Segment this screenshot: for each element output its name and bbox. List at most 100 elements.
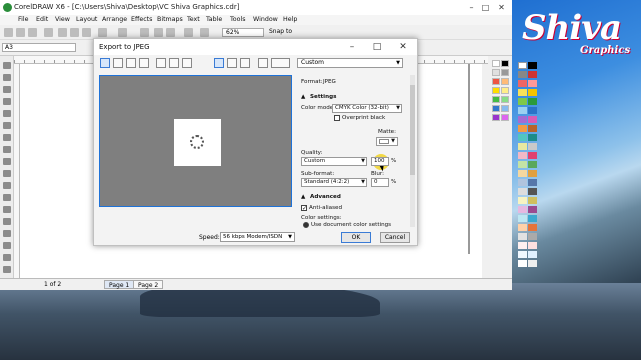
print-icon[interactable]	[44, 28, 53, 37]
menu-arrange[interactable]: Arrange	[102, 16, 127, 23]
menu-bitmaps[interactable]: Bitmaps	[157, 16, 183, 23]
settings-scrollbar-thumb[interactable]	[410, 85, 415, 175]
palette-swatch[interactable]	[518, 197, 527, 204]
menu-window[interactable]: Window	[253, 16, 278, 23]
page-tab-1[interactable]: Page 1	[104, 280, 135, 289]
freehand-tool-icon[interactable]	[3, 110, 11, 117]
palette-swatch[interactable]	[528, 242, 537, 249]
palette-swatch[interactable]	[528, 224, 537, 231]
undo-icon[interactable]	[98, 28, 107, 37]
dimension-tool-icon[interactable]	[3, 206, 11, 213]
palette-swatch[interactable]	[501, 69, 509, 76]
palette-swatch[interactable]	[518, 251, 527, 258]
palette-swatch[interactable]	[528, 98, 537, 105]
ellipse-tool-icon[interactable]	[3, 146, 11, 153]
palette-swatch[interactable]	[518, 152, 527, 159]
advanced-heading[interactable]: Advanced	[310, 194, 341, 200]
palette-swatch[interactable]	[528, 125, 537, 132]
palette-swatch[interactable]	[501, 105, 509, 112]
table-tool-icon[interactable]	[3, 194, 11, 201]
menu-effects[interactable]: Effects	[131, 16, 152, 23]
palette-swatch[interactable]	[528, 197, 537, 204]
polygon-tool-icon[interactable]	[3, 158, 11, 165]
matte-color-picker[interactable]: ▼	[376, 137, 398, 146]
palette-swatch[interactable]	[528, 89, 537, 96]
palette-swatch[interactable]	[518, 98, 527, 105]
quality-select[interactable]: Custom ▼	[301, 157, 367, 166]
import-icon[interactable]	[154, 28, 163, 37]
pan-tool-icon[interactable]	[214, 58, 224, 68]
export-icon[interactable]	[166, 28, 175, 37]
dialog-close-button[interactable]: ✕	[397, 41, 409, 53]
shape-tool-icon[interactable]	[3, 74, 11, 81]
palette-swatch[interactable]	[492, 78, 500, 85]
palette-swatch[interactable]	[518, 233, 527, 240]
blend-tool-icon[interactable]	[3, 230, 11, 237]
settings-heading[interactable]: Settings	[310, 94, 336, 100]
collapse-arrow-icon[interactable]: ▲	[301, 194, 305, 200]
copy-icon[interactable]	[70, 28, 79, 37]
palette-swatch[interactable]	[492, 60, 500, 67]
menu-help[interactable]: Help	[283, 16, 297, 23]
palette-swatch[interactable]	[518, 134, 527, 141]
menu-edit[interactable]: Edit	[36, 16, 48, 23]
menu-table[interactable]: Table	[206, 16, 222, 23]
palette-swatch[interactable]	[501, 60, 509, 67]
palette-swatch[interactable]	[528, 170, 537, 177]
color-swatch-dropdown[interactable]	[271, 58, 290, 68]
palette-swatch[interactable]	[518, 89, 527, 96]
palette-swatch[interactable]	[518, 125, 527, 132]
zoom-out-icon[interactable]	[240, 58, 250, 68]
zoom-tool-icon[interactable]	[3, 98, 11, 105]
palette-swatch[interactable]	[518, 224, 527, 231]
maximize-button[interactable]: □	[480, 2, 491, 13]
menu-tools[interactable]: Tools	[230, 16, 246, 23]
zoom-in-icon[interactable]	[227, 58, 237, 68]
overprint-black-checkbox[interactable]	[334, 115, 340, 121]
minimize-button[interactable]: –	[466, 2, 477, 13]
palette-swatch[interactable]	[518, 242, 527, 249]
snap-to-dropdown[interactable]: Snap to	[269, 28, 303, 37]
menu-view[interactable]: View	[55, 16, 70, 23]
palette-swatch[interactable]	[501, 87, 509, 94]
palette-swatch[interactable]	[492, 96, 500, 103]
palette-swatch[interactable]	[528, 179, 537, 186]
pick-tool-icon[interactable]	[3, 62, 11, 69]
palette-swatch[interactable]	[528, 152, 537, 159]
palette-swatch[interactable]	[501, 78, 509, 85]
paste-icon[interactable]	[82, 28, 91, 37]
open-icon[interactable]	[16, 28, 25, 37]
menu-text[interactable]: Text	[187, 16, 200, 23]
palette-swatch[interactable]	[528, 134, 537, 141]
palette-swatch[interactable]	[528, 161, 537, 168]
application-launcher-icon[interactable]	[184, 28, 193, 37]
palette-swatch[interactable]	[528, 251, 537, 258]
palette-swatch[interactable]	[518, 71, 527, 78]
search-content-icon[interactable]	[140, 28, 149, 37]
palette-swatch[interactable]	[518, 188, 527, 195]
menu-file[interactable]: File	[18, 16, 29, 23]
speed-select[interactable]: 56 kbps Modem/ISDN ▼	[220, 232, 295, 242]
palette-swatch[interactable]	[518, 215, 527, 222]
palette-swatch[interactable]	[528, 233, 537, 240]
palette-swatch[interactable]	[528, 71, 537, 78]
welcome-screen-icon[interactable]	[200, 28, 209, 37]
anti-aliased-checkbox[interactable]: ✓	[301, 205, 307, 212]
fit-page-icon[interactable]	[169, 58, 179, 68]
rectangle-tool-icon[interactable]	[3, 134, 11, 141]
connector-tool-icon[interactable]	[3, 218, 11, 225]
palette-swatch[interactable]	[528, 215, 537, 222]
cut-icon[interactable]	[58, 28, 67, 37]
palette-swatch[interactable]	[518, 80, 527, 87]
use-document-color-radio[interactable]	[303, 222, 309, 228]
palette-swatch[interactable]	[492, 69, 500, 76]
redo-icon[interactable]	[118, 28, 127, 37]
page-tab-2[interactable]: Page 2	[133, 280, 164, 289]
palette-swatch[interactable]	[528, 107, 537, 114]
text-tool-icon[interactable]	[3, 182, 11, 189]
dialog-maximize-button[interactable]: □	[371, 41, 383, 53]
one-to-one-icon[interactable]	[182, 58, 192, 68]
palette-swatch[interactable]	[518, 170, 527, 177]
settings-scrollbar[interactable]	[410, 75, 415, 227]
palette-swatch[interactable]	[501, 96, 509, 103]
